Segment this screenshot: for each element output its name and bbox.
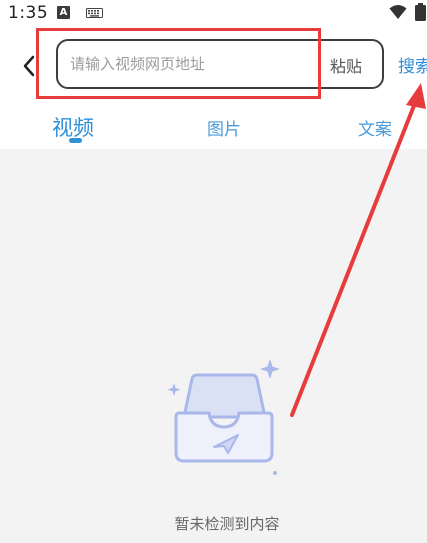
search-input[interactable] (70, 53, 310, 75)
paste-button[interactable]: 粘贴 (330, 53, 362, 77)
keyboard-icon (86, 8, 103, 18)
empty-inbox-icon (167, 359, 280, 475)
status-bar: 1:35 A (0, 0, 427, 28)
empty-state-message: 暂未检测到内容 (174, 515, 280, 533)
tab-image[interactable]: 图片 (207, 115, 241, 140)
chevron-left-icon[interactable] (22, 55, 36, 77)
screen: 1:35 A 粘贴 搜索 视频 图片 文案 (0, 0, 427, 543)
wifi-icon (389, 5, 407, 19)
search-button[interactable]: 搜索 (398, 52, 427, 77)
tab-text[interactable]: 文案 (358, 115, 392, 140)
tab-active-indicator (69, 138, 82, 143)
battery-icon (415, 3, 426, 21)
status-time: 1:35 (8, 3, 49, 23)
content-area (0, 149, 427, 543)
accessibility-a-icon: A (57, 6, 70, 19)
